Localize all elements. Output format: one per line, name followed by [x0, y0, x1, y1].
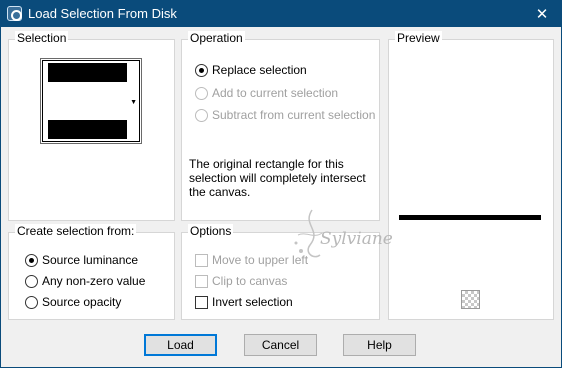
- subtract-selection-label: Subtract from current selection: [212, 108, 376, 122]
- source-opacity-radio[interactable]: Source opacity: [25, 295, 121, 309]
- close-icon[interactable]: ✕: [522, 0, 562, 27]
- radio-button[interactable]: [195, 108, 208, 122]
- replace-selection-radio[interactable]: Replace selection: [195, 63, 307, 77]
- any-non-zero-radio[interactable]: Any non-zero value: [25, 274, 145, 288]
- preview-group-label: Preview: [395, 31, 442, 45]
- thumbnail-top-band: [48, 63, 127, 82]
- transparency-checker-icon[interactable]: [461, 290, 480, 309]
- preview-band: [399, 215, 541, 220]
- thumbnail-bottom-band: [48, 120, 127, 139]
- sylviane-watermark: Sylviane: [292, 205, 412, 265]
- options-group-label: Options: [188, 224, 234, 238]
- create-selection-group-label: Create selection from:: [15, 224, 137, 238]
- radio-button[interactable]: [25, 253, 38, 267]
- clip-to-canvas-label: Clip to canvas: [212, 274, 288, 288]
- preview-canvas: [399, 148, 541, 220]
- dropdown-arrow-icon[interactable]: ▼: [130, 99, 137, 106]
- radio-button[interactable]: [25, 295, 38, 309]
- checkbox[interactable]: [195, 295, 208, 309]
- radio-button[interactable]: [25, 274, 38, 288]
- source-luminance-radio[interactable]: Source luminance: [25, 253, 138, 267]
- operation-group-label: Operation: [188, 31, 245, 45]
- checkbox[interactable]: [195, 274, 208, 288]
- watermark-text: Sylviane: [320, 229, 393, 249]
- app-icon: [7, 6, 22, 21]
- any-non-zero-label: Any non-zero value: [42, 274, 146, 288]
- invert-selection-checkbox[interactable]: Invert selection: [195, 295, 293, 309]
- cancel-button[interactable]: Cancel: [244, 334, 317, 356]
- clip-to-canvas-checkbox[interactable]: Clip to canvas: [195, 274, 287, 288]
- subtract-selection-radio[interactable]: Subtract from current selection: [195, 108, 375, 122]
- window-title: Load Selection From Disk: [28, 6, 177, 21]
- selection-group-label: Selection: [15, 31, 69, 45]
- replace-selection-label: Replace selection: [212, 63, 307, 77]
- source-luminance-label: Source luminance: [42, 253, 139, 267]
- checkbox[interactable]: [195, 253, 208, 267]
- load-button[interactable]: Load: [144, 334, 217, 356]
- title-bar: Load Selection From Disk ✕: [0, 0, 562, 27]
- source-opacity-label: Source opacity: [42, 295, 122, 309]
- help-button[interactable]: Help: [343, 334, 416, 356]
- add-to-selection-label: Add to current selection: [212, 86, 339, 100]
- radio-button[interactable]: [195, 63, 208, 77]
- add-to-selection-radio[interactable]: Add to current selection: [195, 86, 338, 100]
- radio-button[interactable]: [195, 86, 208, 100]
- invert-selection-label: Invert selection: [212, 295, 293, 309]
- selection-thumbnail-dropdown[interactable]: ▼: [40, 58, 142, 144]
- intersect-info-text: The original rectangle for this selectio…: [189, 157, 366, 199]
